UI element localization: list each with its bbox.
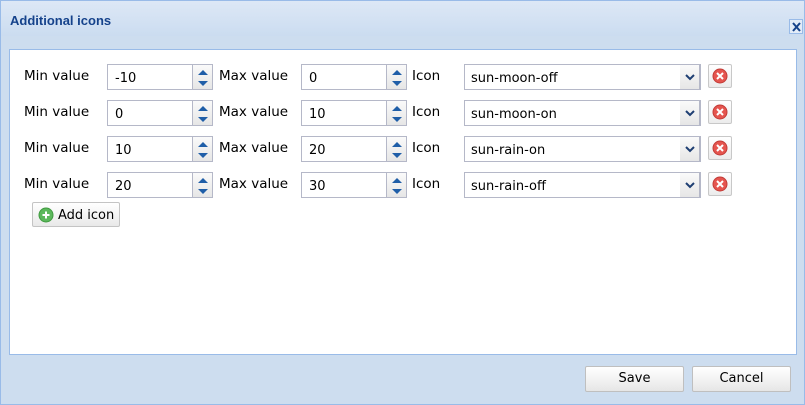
spinner-arrows-icon <box>392 70 402 86</box>
delete-circle-icon <box>712 104 728 120</box>
max-value-input[interactable]: 0 <box>301 64 387 90</box>
max-value-spinner[interactable] <box>387 136 407 162</box>
min-value-input[interactable]: -10 <box>107 64 193 90</box>
max-value-label: Max value <box>219 176 289 192</box>
icon-select-trigger[interactable] <box>680 136 700 162</box>
icon-select[interactable]: sun-moon-on <box>464 100 701 126</box>
icon-label: Icon <box>412 68 441 84</box>
max-value-label: Max value <box>219 68 289 84</box>
min-value-label: Min value <box>24 104 90 120</box>
delete-circle-icon <box>712 68 728 84</box>
icon-select-trigger[interactable] <box>680 172 700 198</box>
max-value-spinner[interactable] <box>387 100 407 126</box>
spinner-arrows-icon <box>198 106 208 122</box>
icon-label: Icon <box>412 140 441 156</box>
delete-row-button[interactable] <box>708 64 732 88</box>
max-value-spinner[interactable] <box>387 172 407 198</box>
min-value-spinner[interactable] <box>193 136 213 162</box>
icon-label: Icon <box>412 104 441 120</box>
spinner-arrows-icon <box>198 142 208 158</box>
add-icon-button[interactable]: Add icon <box>32 202 120 227</box>
min-value-spinner[interactable] <box>193 64 213 90</box>
add-icon-label: Add icon <box>58 208 115 223</box>
min-value-input[interactable]: 20 <box>107 172 193 198</box>
icon-rule-row: Min value -10 Max value 0 Icon sun-moon-off <box>10 64 790 90</box>
close-icon <box>792 22 801 32</box>
spinner-arrows-icon <box>392 178 402 194</box>
spinner-arrows-icon <box>198 178 208 194</box>
spinner-arrows-icon <box>198 70 208 86</box>
max-value-spinner[interactable] <box>387 64 407 90</box>
icon-select-trigger[interactable] <box>680 64 700 90</box>
min-value-label: Min value <box>24 140 90 156</box>
spinner-arrows-icon <box>392 106 402 122</box>
chevron-down-icon <box>685 110 695 117</box>
delete-row-button[interactable] <box>708 100 732 124</box>
save-button[interactable]: Save <box>585 366 684 392</box>
delete-row-button[interactable] <box>708 172 732 196</box>
icon-select-trigger[interactable] <box>680 100 700 126</box>
min-value-spinner[interactable] <box>193 172 213 198</box>
additional-icons-dialog: Additional icons Min value -10 Max value 0 I… <box>0 0 805 405</box>
min-value-spinner[interactable] <box>193 100 213 126</box>
min-value-input[interactable]: 10 <box>107 136 193 162</box>
close-button[interactable] <box>789 19 803 34</box>
min-value-label: Min value <box>24 176 90 192</box>
max-value-input[interactable]: 30 <box>301 172 387 198</box>
max-value-label: Max value <box>219 140 289 156</box>
delete-row-button[interactable] <box>708 136 732 160</box>
delete-circle-icon <box>712 140 728 156</box>
icon-rule-row: Min value 0 Max value 10 Icon sun-moon-on <box>10 100 790 126</box>
icon-rule-row: Min value 10 Max value 20 Icon sun-rain-on <box>10 136 790 162</box>
spinner-arrows-icon <box>392 142 402 158</box>
chevron-down-icon <box>685 182 695 189</box>
icon-rules-panel: Min value -10 Max value 0 Icon sun-moon-off Mi… <box>9 49 797 355</box>
min-value-label: Min value <box>24 68 90 84</box>
icon-select[interactable]: sun-moon-off <box>464 64 701 90</box>
max-value-input[interactable]: 20 <box>301 136 387 162</box>
chevron-down-icon <box>685 146 695 153</box>
cancel-button[interactable]: Cancel <box>692 366 791 392</box>
icon-select[interactable]: sun-rain-on <box>464 136 701 162</box>
icon-label: Icon <box>412 176 441 192</box>
dialog-title: Additional icons <box>10 13 112 28</box>
min-value-input[interactable]: 0 <box>107 100 193 126</box>
dialog-titlebar: Additional icons <box>1 1 804 36</box>
icon-select[interactable]: sun-rain-off <box>464 172 701 198</box>
add-circle-icon <box>38 207 54 223</box>
max-value-input[interactable]: 10 <box>301 100 387 126</box>
icon-rule-row: Min value 20 Max value 30 Icon sun-rain-off <box>10 172 790 198</box>
max-value-label: Max value <box>219 104 289 120</box>
chevron-down-icon <box>685 74 695 81</box>
delete-circle-icon <box>712 176 728 192</box>
